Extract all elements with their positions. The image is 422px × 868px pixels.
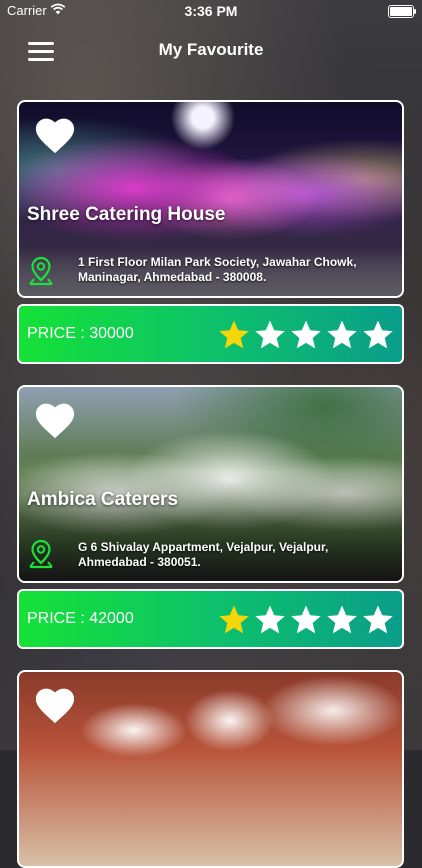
heart-icon[interactable] — [33, 685, 77, 725]
listing-address: 1 First Floor Milan Park Society, Jawaha… — [78, 255, 357, 284]
heart-icon[interactable] — [33, 400, 77, 440]
battery-icon — [388, 5, 416, 18]
map-pin-icon — [29, 256, 53, 286]
star-icon[interactable] — [326, 319, 358, 351]
star-icon[interactable] — [290, 319, 322, 351]
star-icon[interactable] — [254, 604, 286, 636]
status-bar: Carrier 3:36 PM — [0, 0, 422, 22]
star-icon[interactable] — [218, 319, 250, 351]
favourite-card[interactable] — [17, 670, 404, 868]
price-label: PRICE : 30000 — [27, 325, 134, 342]
star-icon[interactable] — [362, 604, 394, 636]
page-title: My Favourite — [158, 40, 264, 59]
favourite-card[interactable]: Shree Catering House 1 First Floor Milan… — [17, 100, 404, 364]
listing-address: G 6 Shivalay Appartment, Vejalpur, Vejal… — [78, 540, 329, 569]
venue-photo: Ambica Caterers G 6 Shivalay Appartment,… — [17, 385, 404, 583]
price-bar: PRICE : 42000 — [17, 589, 404, 649]
heart-icon[interactable] — [33, 115, 77, 155]
rating-stars — [218, 604, 394, 636]
star-icon[interactable] — [218, 604, 250, 636]
star-icon[interactable] — [254, 319, 286, 351]
rating-stars — [218, 319, 394, 351]
listing-name: Ambica Caterers — [27, 489, 179, 510]
star-icon[interactable] — [290, 604, 322, 636]
venue-photo — [17, 670, 404, 868]
star-icon[interactable] — [326, 604, 358, 636]
favourite-card[interactable]: Ambica Caterers G 6 Shivalay Appartment,… — [17, 385, 404, 649]
star-icon[interactable] — [362, 319, 394, 351]
price-bar: PRICE : 30000 — [17, 304, 404, 364]
venue-photo: Shree Catering House 1 First Floor Milan… — [17, 100, 404, 298]
price-label: PRICE : 42000 — [27, 610, 134, 627]
navigation-bar: My Favourite — [0, 22, 422, 80]
map-pin-icon — [29, 539, 53, 569]
listing-name: Shree Catering House — [27, 204, 226, 225]
clock: 3:36 PM — [184, 3, 238, 19]
